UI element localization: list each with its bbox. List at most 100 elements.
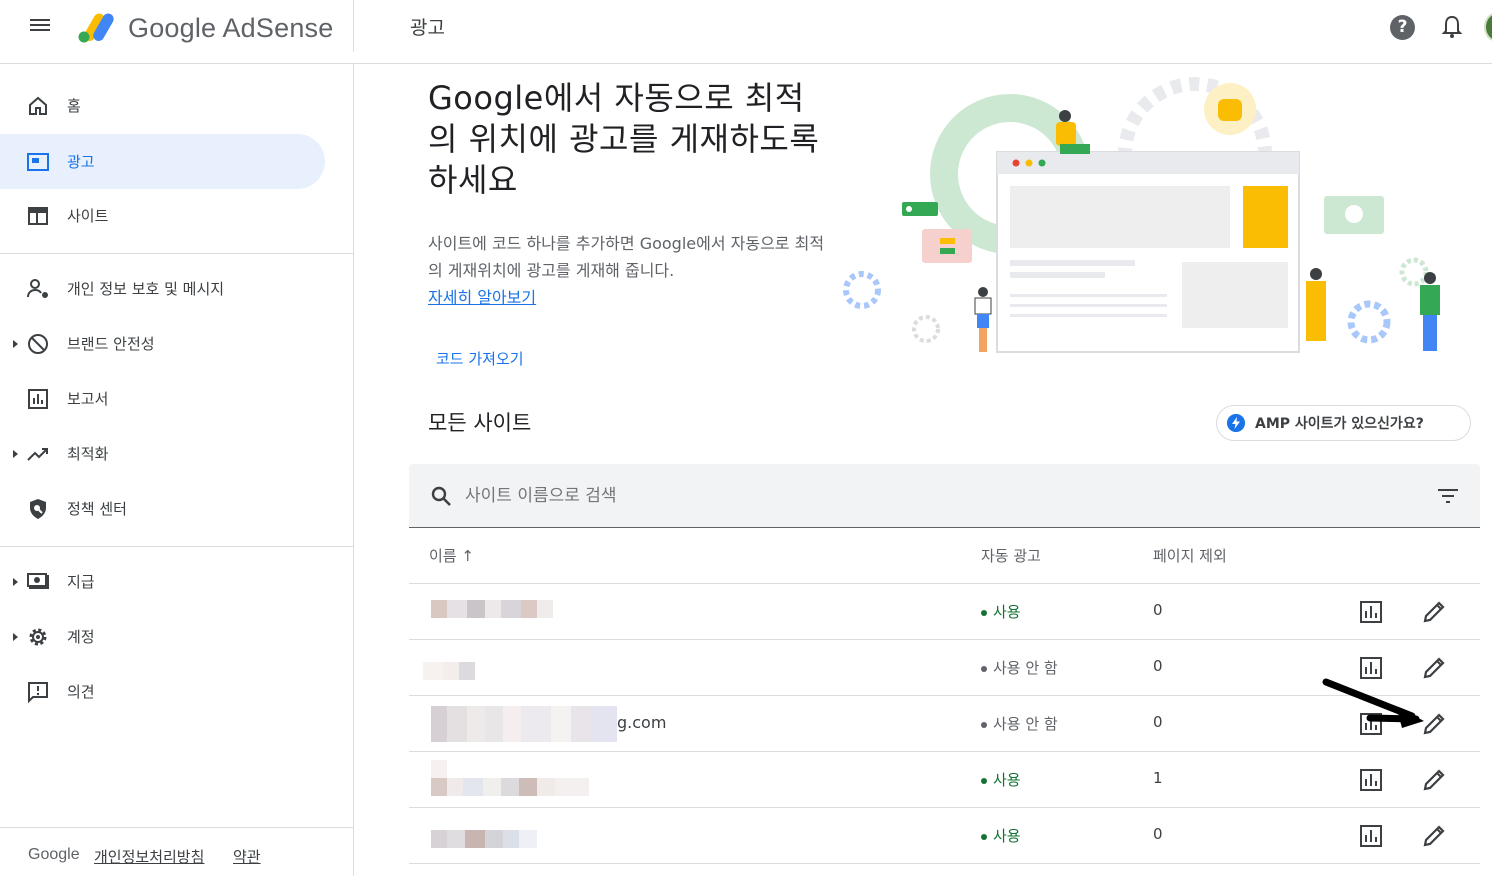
feedback-icon [28,682,48,704]
learn-more-link[interactable]: 자세히 알아보기 [428,284,536,308]
all-sites-title: 모든 사이트 [428,411,532,435]
home-icon [29,96,47,115]
page-exclusions-count: 1 [1153,769,1163,787]
expand-caret-icon[interactable] [13,633,18,641]
sidebar-item-label: 계정 [67,628,95,646]
notifications-bell-icon[interactable] [1440,14,1464,40]
get-code-button[interactable]: 코드 가져오기 [436,348,524,369]
sidebar-item-sites[interactable]: 사이트 [0,188,325,243]
sidebar-item-label: 개인 정보 보호 및 메시지 [67,280,225,298]
bolt-icon [1227,414,1245,432]
table-row: 사용 1 [409,752,1480,808]
report-icon [28,389,48,409]
page-exclusions-count: 0 [1153,825,1163,843]
edit-pencil-icon[interactable] [1421,767,1447,793]
sidebar: 홈 광고 사이트 개인 정보 보호 및 메시지 브랜드 안전성 보고서 최적화 … [0,64,354,876]
table-row: 사용 0 [409,808,1480,864]
status-dot [981,665,987,672]
sidebar-divider [0,253,353,254]
hero-title: Google에서 자동으로 최적의 위치에 광고를 게재하도록 하세요 [428,79,820,199]
sidebar-item-privacy[interactable]: 개인 정보 보호 및 메시지 [0,261,325,316]
auto-ads-status: 사용 [981,769,1021,790]
privacy-policy-link[interactable]: 개인정보처리방침 [94,846,204,867]
filter-icon[interactable] [1436,486,1460,506]
edit-pencil-icon[interactable] [1421,599,1447,625]
footer-google: Google [28,846,80,863]
sidebar-item-policy-center[interactable]: 정책 센터 [0,481,325,536]
auto-ads-status: 사용 안 함 [981,657,1058,678]
sidebar-item-label: 사이트 [67,207,109,225]
payments-icon [27,573,49,589]
sidebar-item-ads[interactable]: 광고 [0,134,325,189]
column-page-exclusions-header: 페이지 제외 [1153,547,1227,565]
column-auto-ads-header: 자동 광고 [981,547,1041,565]
auto-ads-status: 사용 [981,825,1021,846]
sidebar-item-payments[interactable]: 지급 [0,554,325,609]
sidebar-item-account[interactable]: 계정 [0,609,325,664]
sidebar-item-label: 정책 센터 [67,500,127,518]
status-text: 사용 안 함 [993,715,1058,733]
sidebar-item-brand-safety[interactable]: 브랜드 안전성 [0,316,325,371]
annotation-arrow-icon [1322,678,1424,728]
site-search-bar [409,464,1480,528]
sidebar-item-label: 광고 [67,153,95,171]
block-icon [28,334,48,354]
sidebar-item-feedback[interactable]: 의견 [0,664,325,719]
expand-caret-icon[interactable] [13,578,18,586]
search-icon [431,486,451,506]
amp-sites-button[interactable]: AMP 사이트가 있으신가요? [1216,405,1471,441]
topbar-divider [353,0,354,52]
sidebar-item-label: 보고서 [67,390,109,408]
terms-link[interactable]: 약관 [233,846,261,867]
sidebar-item-label: 최적화 [67,445,109,463]
status-dot [981,609,987,616]
sidebar-item-label: 홈 [67,97,81,115]
sidebar-item-label: 의견 [67,683,95,701]
column-name-header[interactable]: 이름 ↑ [429,545,474,566]
page-exclusions-count: 0 [1153,601,1163,619]
status-text: 사용 [993,771,1021,789]
avatar[interactable] [1484,12,1492,42]
sidebar-item-label: 브랜드 안전성 [67,335,155,353]
page-exclusions-count: 0 [1153,713,1163,731]
hero-description: 사이트에 코드 하나를 추가하면 Google에서 자동으로 최적의 게재위치에… [428,234,825,280]
auto-ads-status: 사용 안 함 [981,713,1058,734]
trending-icon [27,448,48,461]
gear-icon [29,628,47,646]
sidebar-item-reports[interactable]: 보고서 [0,371,325,426]
page-exclusions-count: 0 [1153,657,1163,675]
site-name: g.com [617,713,667,732]
status-dot [981,777,987,784]
auto-ads-status: 사용 [981,601,1021,622]
status-text: 사용 안 함 [993,659,1058,677]
expand-caret-icon[interactable] [13,450,18,458]
page-title: 광고 [410,17,445,39]
report-icon[interactable] [1359,768,1383,792]
table-header: 이름 ↑ 자동 광고 페이지 제외 [409,528,1480,584]
brand-name: Google AdSense [128,13,334,43]
sidebar-item-label: 지급 [67,573,95,591]
site-name-redacted [429,594,629,630]
report-icon[interactable] [1359,824,1383,848]
site-name-redacted [429,818,629,854]
edit-pencil-icon[interactable] [1421,823,1447,849]
site-name-redacted [429,706,629,742]
status-dot [981,721,987,728]
sidebar-divider [0,546,353,547]
search-input[interactable] [465,482,1365,510]
menu-icon[interactable] [26,16,54,40]
status-text: 사용 [993,603,1021,621]
amp-button-label: AMP 사이트가 있으신가요? [1255,416,1424,432]
expand-caret-icon[interactable] [13,340,18,348]
auto-ads-illustration [843,77,1440,353]
adsense-logo-icon [78,13,114,43]
sites-icon [28,207,48,225]
sidebar-item-home[interactable]: 홈 [0,78,325,133]
site-name-redacted [423,650,629,686]
status-dot [981,833,987,840]
sidebar-item-optimization[interactable]: 최적화 [0,426,325,481]
help-icon[interactable]: ? [1390,15,1415,40]
ads-icon [27,153,49,171]
report-icon[interactable] [1359,600,1383,624]
policy-shield-icon [30,499,46,519]
